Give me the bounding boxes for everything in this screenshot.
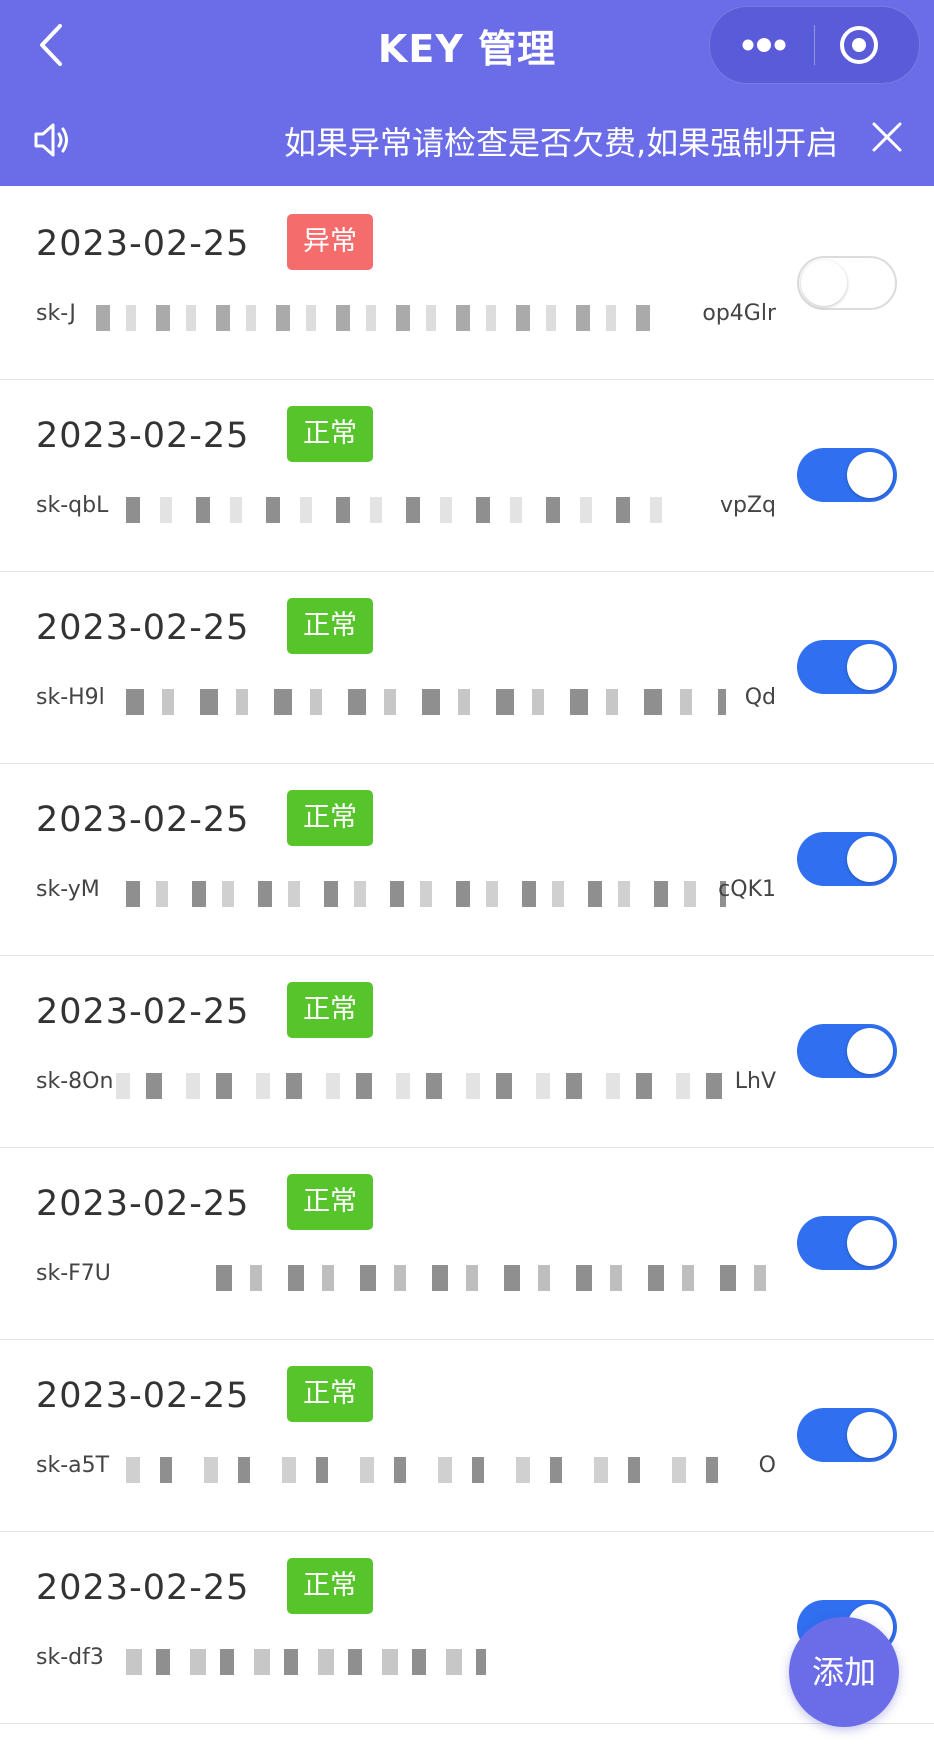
key-item: 2023-02-25 正常 sk-F7U — [0, 1148, 934, 1340]
key-value: sk-a5T O — [36, 1453, 776, 1487]
status-badge: 正常 — [287, 790, 373, 846]
status-badge: 异常 — [287, 214, 373, 270]
toggle-knob — [847, 644, 893, 690]
key-date: 2023-02-25 — [36, 224, 250, 264]
navigation-bar: KEY 管理 — [0, 0, 934, 92]
close-miniprogram-button[interactable] — [815, 7, 919, 83]
key-toggle[interactable] — [797, 1024, 897, 1078]
key-date: 2023-02-25 — [36, 608, 250, 648]
redaction-mask — [126, 497, 686, 523]
key-prefix: sk-a5T — [36, 1453, 110, 1478]
key-item: 2023-02-25 正常 sk-yM cQK1 — [0, 764, 934, 956]
key-toggle[interactable] — [797, 1408, 897, 1462]
toggle-knob — [847, 1412, 893, 1458]
key-date: 2023-02-25 — [36, 1184, 250, 1224]
notice-text: 如果异常请检查是否欠费,如果强制开启 — [284, 124, 839, 162]
key-toggle[interactable] — [797, 448, 897, 502]
close-icon — [872, 122, 902, 152]
key-value: sk-H9l Qd — [36, 685, 776, 719]
key-item: 2023-02-25 正常 sk-a5T O — [0, 1340, 934, 1532]
key-item: 2023-02-25 正常 sk-H9l Qd — [0, 572, 934, 764]
key-date: 2023-02-25 — [36, 800, 250, 840]
key-toggle[interactable] — [797, 1216, 897, 1270]
key-date: 2023-02-25 — [36, 1568, 250, 1608]
toggle-knob — [801, 260, 847, 306]
status-badge: 正常 — [287, 1366, 373, 1422]
key-value: sk-F7U — [36, 1261, 776, 1295]
status-badge: 正常 — [287, 406, 373, 462]
notice-close-button[interactable] — [868, 118, 906, 156]
key-value: sk-qbL vpZq — [36, 493, 776, 527]
notice-bar: 如果异常请检查是否欠费,如果强制开启 — [0, 92, 934, 186]
key-value: sk-8On LhV — [36, 1069, 776, 1103]
target-circle-icon — [840, 26, 878, 64]
toggle-knob — [847, 836, 893, 882]
redaction-mask — [126, 1457, 726, 1483]
add-button[interactable]: 添加 — [789, 1617, 899, 1727]
key-item: 2023-02-25 异常 sk-J op4Glr — [0, 188, 934, 380]
key-toggle[interactable] — [797, 832, 897, 886]
key-prefix: sk-H9l — [36, 685, 105, 710]
key-value: sk-J op4Glr — [36, 301, 776, 335]
redaction-mask — [116, 1073, 726, 1099]
key-list: 2023-02-25 异常 sk-J op4Glr 2023-02-25 正常 … — [0, 188, 934, 1724]
toggle-knob — [847, 1028, 893, 1074]
key-value: sk-df3 — [36, 1645, 776, 1679]
redaction-mask — [96, 305, 656, 331]
toggle-knob — [847, 1220, 893, 1266]
key-date: 2023-02-25 — [36, 416, 250, 456]
key-date: 2023-02-25 — [36, 992, 250, 1032]
key-suffix: vpZq — [719, 493, 776, 518]
status-badge: 正常 — [287, 982, 373, 1038]
key-toggle[interactable] — [797, 256, 897, 310]
key-item: 2023-02-25 正常 sk-qbL vpZq — [0, 380, 934, 572]
key-prefix: sk-qbL — [36, 493, 109, 518]
key-suffix: cQK1 — [718, 877, 776, 902]
key-prefix: sk-df3 — [36, 1645, 104, 1670]
key-suffix: Qd — [744, 685, 776, 710]
key-suffix: op4Glr — [702, 301, 776, 326]
redaction-mask — [126, 1649, 486, 1675]
key-item: 2023-02-25 正常 sk-8On LhV — [0, 956, 934, 1148]
key-toggle[interactable] — [797, 640, 897, 694]
status-badge: 正常 — [287, 1174, 373, 1230]
more-dots-icon — [742, 38, 786, 52]
key-suffix: O — [758, 1453, 776, 1478]
key-prefix: sk-yM — [36, 877, 100, 902]
redaction-mask — [126, 689, 726, 715]
key-date: 2023-02-25 — [36, 1376, 250, 1416]
status-badge: 正常 — [287, 1558, 373, 1614]
status-badge: 正常 — [287, 598, 373, 654]
speaker-icon — [30, 118, 74, 162]
key-value: sk-yM cQK1 — [36, 877, 776, 911]
more-button[interactable] — [710, 7, 814, 83]
key-prefix: sk-J — [36, 301, 76, 326]
key-prefix: sk-F7U — [36, 1261, 111, 1286]
redaction-mask — [126, 881, 726, 907]
menu-capsule — [709, 6, 920, 84]
redaction-mask — [216, 1265, 776, 1291]
key-suffix: LhV — [734, 1069, 776, 1094]
key-prefix: sk-8On — [36, 1069, 114, 1094]
toggle-knob — [847, 452, 893, 498]
